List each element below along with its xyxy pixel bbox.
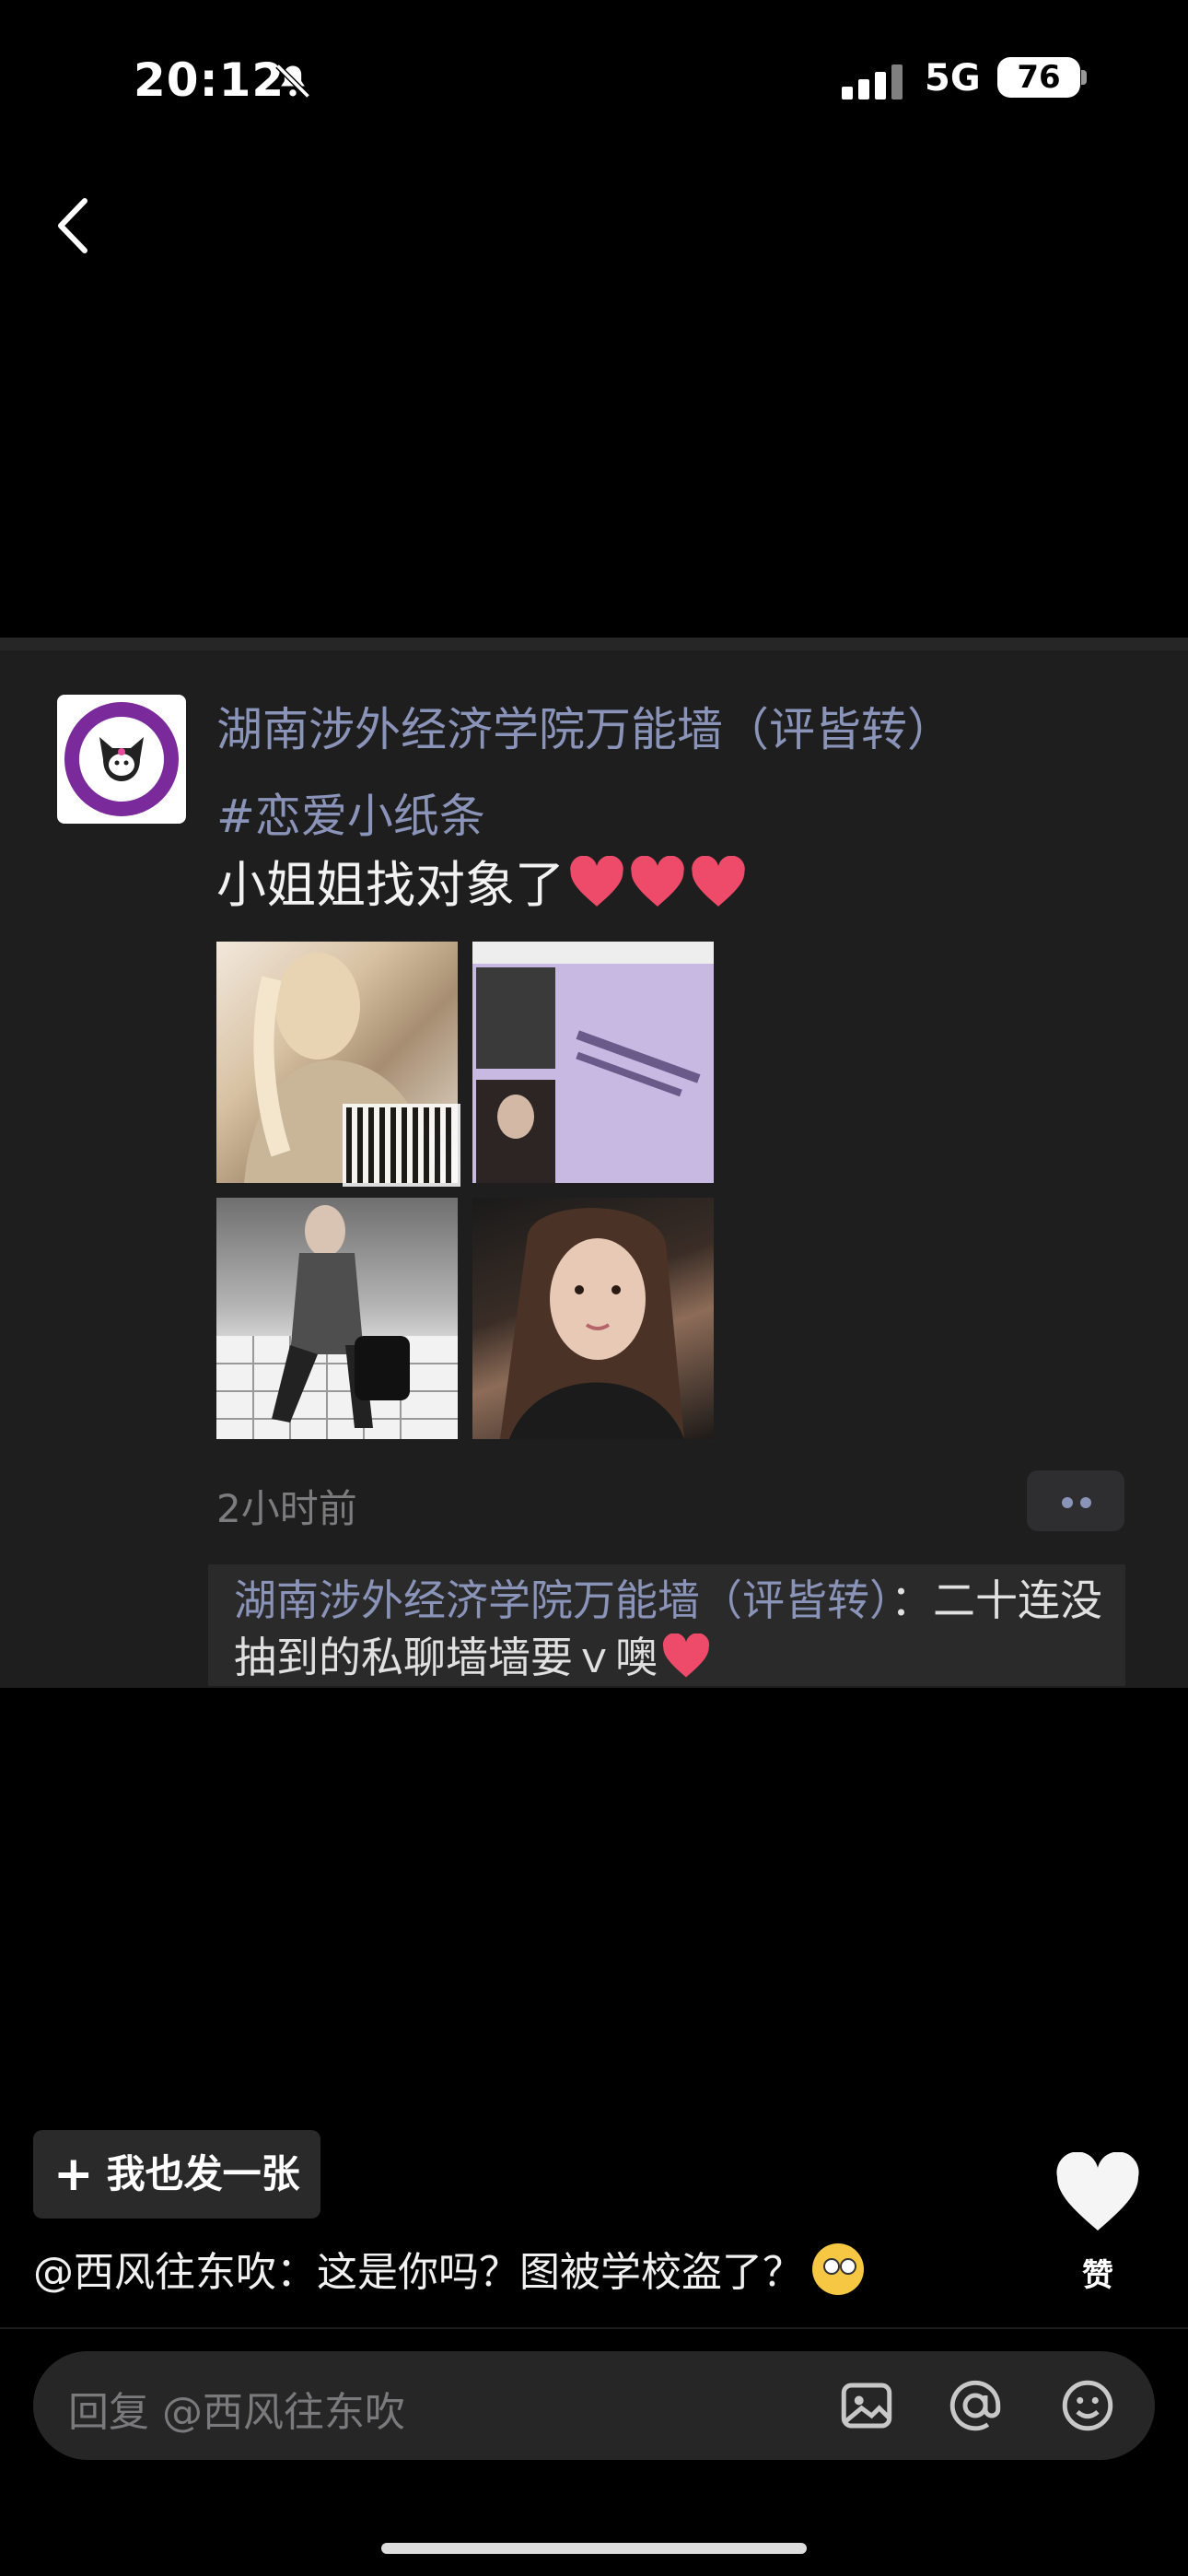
eye-roll-emoji-icon xyxy=(812,2243,864,2295)
post-hashtag[interactable]: #恋爱小纸条 xyxy=(216,779,485,846)
heart-emoji-icon xyxy=(570,856,623,907)
network-type: 5G xyxy=(925,57,981,100)
post-text-content: 小姐姐找对象了 xyxy=(216,856,565,914)
more-options-button[interactable] xyxy=(1027,1470,1124,1531)
post-too-button[interactable]: + 我也发一张 xyxy=(33,2130,320,2219)
heart-emoji-icon xyxy=(692,856,745,907)
plus-icon: + xyxy=(53,2147,94,2202)
comment-text: @西风往东吹：这是你吗？图被学校盗了？ xyxy=(33,2249,803,2296)
status-time: 20:12 xyxy=(134,53,285,107)
at-icon[interactable] xyxy=(945,2375,1006,2436)
emoji-icon[interactable] xyxy=(1057,2375,1118,2436)
comment: @西风往东吹：这是你吗？图被学校盗了？ xyxy=(33,2239,864,2298)
like-label[interactable]: 赞 xyxy=(1059,2250,1136,2295)
battery-tip xyxy=(1081,70,1087,85)
card-divider xyxy=(0,638,1188,650)
reply-input-placeholder[interactable]: 回复 @西风往东吹 xyxy=(68,2379,405,2438)
image-icon[interactable] xyxy=(836,2375,897,2436)
home-indicator[interactable] xyxy=(381,2543,807,2554)
post-photo[interactable] xyxy=(472,942,714,1183)
heart-emoji-icon xyxy=(631,856,684,907)
signal-icon xyxy=(842,64,903,100)
post-too-label: 我也发一张 xyxy=(106,2151,300,2196)
battery-icon: 76 xyxy=(997,57,1080,98)
post-photo[interactable] xyxy=(472,1198,714,1439)
reply: 湖南涉外经济学院万能墙（评皆转）：二十连没抽到的私聊墙墙要ｖ噢 xyxy=(234,1572,1109,1686)
post-time: 2小时前 xyxy=(216,1486,357,1531)
back-chevron-icon[interactable] xyxy=(46,193,101,258)
mute-bell-icon xyxy=(275,64,310,99)
post-author[interactable]: 湖南涉外经济学院万能墙（评皆转） xyxy=(216,693,953,759)
post-text: 小姐姐找对象了 xyxy=(216,844,747,917)
heart-icon[interactable] xyxy=(1054,2152,1142,2235)
post-photo[interactable] xyxy=(216,1198,458,1439)
author-avatar[interactable] xyxy=(57,695,186,824)
qr-code xyxy=(343,1104,460,1187)
reply-author[interactable]: 湖南涉外经济学院万能墙（评皆转） xyxy=(234,1575,891,1625)
heart-emoji-icon xyxy=(662,1633,710,1678)
divider xyxy=(0,2327,1188,2329)
